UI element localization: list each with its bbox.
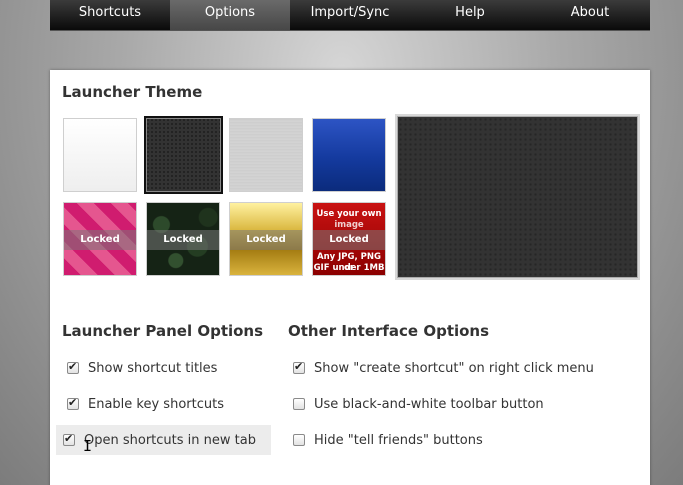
tab-shortcuts[interactable]: Shortcuts: [50, 0, 170, 30]
theme-dark-carbon[interactable]: [144, 116, 223, 194]
launcher-theme-title: Launcher Theme: [62, 83, 203, 101]
theme-gold[interactable]: Locked: [229, 202, 303, 276]
option-label: Open shortcuts in new tab: [84, 432, 256, 448]
checkbox-black-white-toolbar[interactable]: [293, 398, 305, 410]
option-label: Enable key shortcuts: [88, 396, 224, 412]
locked-label: Locked: [64, 230, 136, 250]
text-cursor-icon: I: [83, 437, 93, 455]
locked-label: Locked: [230, 230, 302, 250]
option-label: Show "create shortcut" on right click me…: [314, 360, 594, 376]
locked-label: Locked: [147, 230, 219, 250]
options-panel: Launcher Theme Locked Locked Locked Use …: [50, 70, 650, 485]
option-label: Show shortcut titles: [88, 360, 218, 376]
checkbox-hide-tell-friends[interactable]: [293, 434, 305, 446]
theme-blue[interactable]: [312, 118, 386, 192]
theme-pink-stripes[interactable]: Locked: [63, 202, 137, 276]
top-nav: Shortcuts Options Import/Sync Help About: [50, 0, 650, 31]
tab-options[interactable]: Options: [170, 0, 290, 30]
theme-preview: [397, 116, 638, 278]
option-hide-tell-friends[interactable]: Hide "tell friends" buttons: [289, 425, 639, 455]
custom-image-line1: Use your own: [316, 209, 382, 219]
option-create-shortcut-right-click[interactable]: Show "create shortcut" on right click me…: [289, 353, 639, 383]
checkbox-show-shortcut-titles[interactable]: [67, 360, 79, 374]
checkbox-create-shortcut-right-click[interactable]: [293, 360, 305, 374]
launcher-panel-options-title: Launcher Panel Options: [62, 322, 264, 340]
tab-import-sync[interactable]: Import/Sync: [290, 0, 410, 30]
option-black-white-toolbar[interactable]: Use black-and-white toolbar button: [289, 389, 639, 419]
custom-image-line4: GIF under 1MB: [313, 263, 385, 273]
tab-help[interactable]: Help: [410, 0, 530, 30]
theme-custom-image[interactable]: Use your own image Locked Any JPG, PNG o…: [312, 202, 386, 276]
theme-brushed-metal[interactable]: [229, 118, 303, 192]
checkbox-enable-key-shortcuts[interactable]: [67, 396, 79, 410]
theme-camo[interactable]: Locked: [146, 202, 220, 276]
option-label: Hide "tell friends" buttons: [314, 432, 483, 448]
locked-label: Locked: [313, 230, 385, 250]
option-show-shortcut-titles[interactable]: Show shortcut titles: [63, 353, 273, 383]
theme-white[interactable]: [63, 118, 137, 192]
option-enable-key-shortcuts[interactable]: Enable key shortcuts: [63, 389, 273, 419]
other-interface-options-title: Other Interface Options: [288, 322, 490, 340]
option-label: Use black-and-white toolbar button: [314, 396, 544, 412]
tab-about[interactable]: About: [530, 0, 650, 30]
checkbox-open-shortcuts-new-tab[interactable]: [63, 432, 75, 446]
